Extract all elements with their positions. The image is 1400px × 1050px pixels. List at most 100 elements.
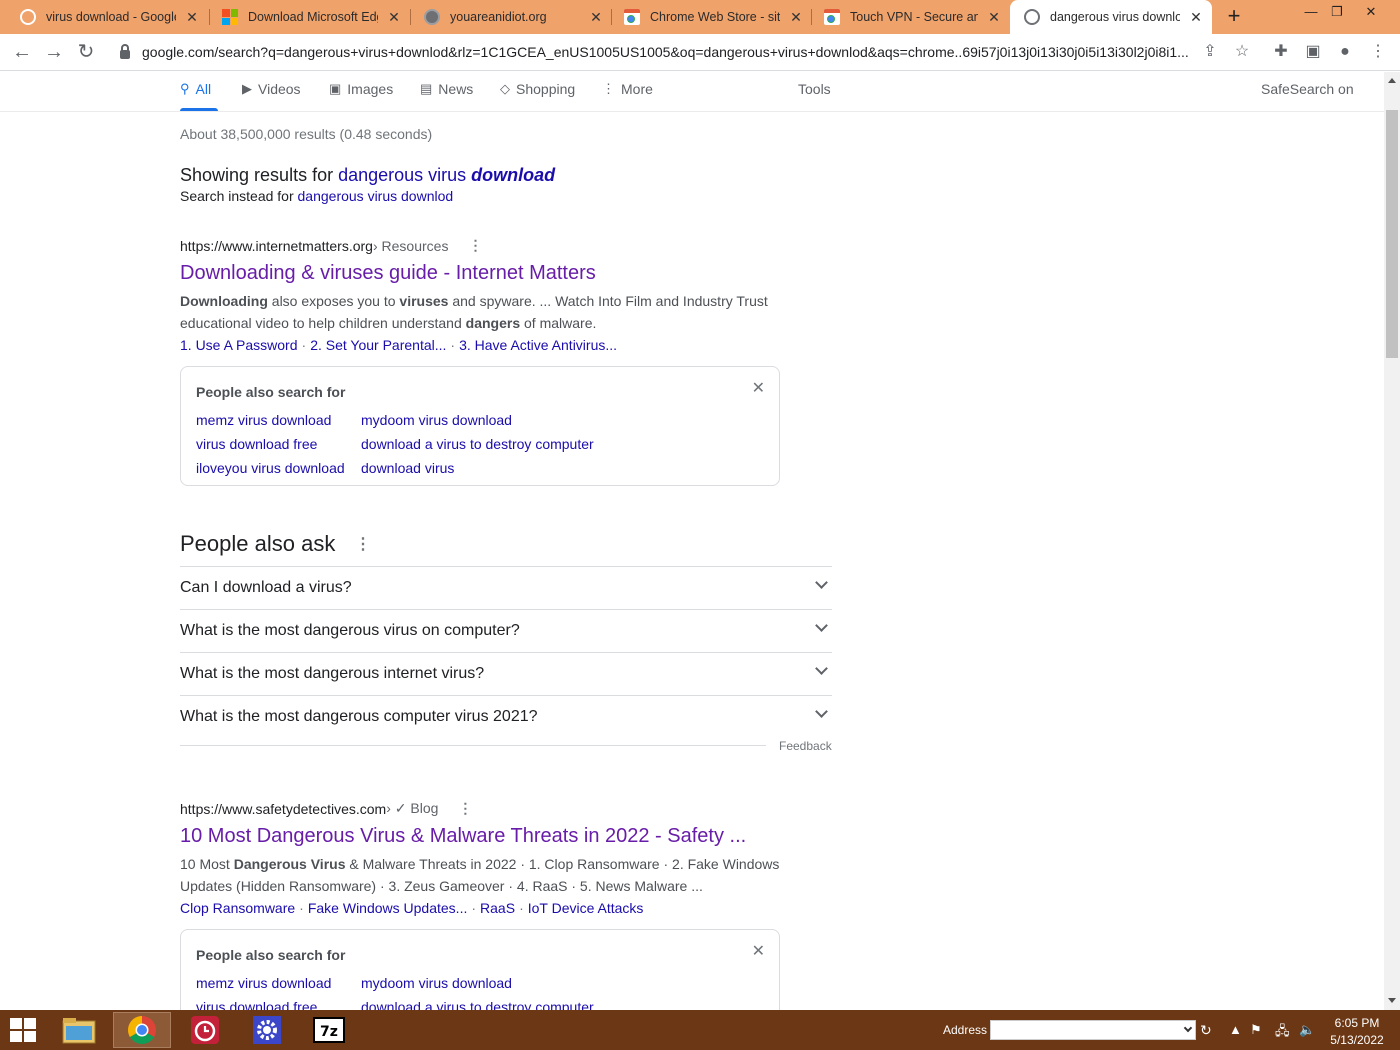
more-options-icon[interactable]: ⋮ xyxy=(458,800,472,817)
back-button[interactable]: ← xyxy=(10,40,34,64)
browser-toolbar: ← → ↻ google.com/search?q=dangerous+viru… xyxy=(0,34,1400,71)
webstore-icon xyxy=(824,9,840,25)
close-icon[interactable]: ✕ xyxy=(184,9,200,26)
tray-expand-icon[interactable]: ▲ xyxy=(1229,1022,1242,1037)
window-close-button[interactable]: ✕ xyxy=(1356,2,1386,26)
paa-question[interactable]: Can I download a virus? xyxy=(180,566,832,609)
tab-virus-download[interactable]: virus download - Google ✕ xyxy=(6,0,208,34)
sitelink[interactable]: IoT Device Attacks xyxy=(528,900,644,916)
paa-question[interactable]: What is the most dangerous virus on comp… xyxy=(180,609,832,652)
sitelink[interactable]: RaaS xyxy=(480,900,515,916)
close-icon[interactable]: ✕ xyxy=(1188,9,1204,26)
tab-more[interactable]: ⋮ More xyxy=(602,81,653,97)
file-explorer-icon[interactable] xyxy=(50,1012,108,1048)
tab-chrome-web-store[interactable]: Chrome Web Store - site ✕ xyxy=(610,0,812,34)
tab-videos[interactable]: ▶ Videos xyxy=(242,81,301,97)
url-text[interactable]: google.com/search?q=dangerous+virus+down… xyxy=(142,44,1192,60)
tab-youareanidiot[interactable]: youareanidiot.org ✕ xyxy=(410,0,612,34)
close-icon[interactable]: ✕ xyxy=(986,9,1002,26)
tab-shopping[interactable]: ◇ Shopping xyxy=(500,81,575,97)
paa-question[interactable]: What is the most dangerous internet viru… xyxy=(180,652,832,695)
extensions-icon[interactable]: ✚ xyxy=(1271,42,1291,62)
sitelink[interactable]: 1. Use A Password xyxy=(180,337,298,353)
result-breadcrumb: › Resources xyxy=(372,237,449,254)
tab-images[interactable]: ▣ Images xyxy=(329,81,393,97)
close-icon[interactable]: ✕ xyxy=(752,941,765,961)
result-title-link[interactable]: Downloading & viruses guide - Internet M… xyxy=(180,262,596,285)
chrome-icon[interactable] xyxy=(113,1012,171,1048)
people-also-search-box: People also search for ✕ memz virus down… xyxy=(180,929,780,1010)
chrome-menu-icon[interactable]: ⋮ xyxy=(1368,42,1388,62)
pas-link[interactable]: virus download free xyxy=(196,436,317,452)
sitelink[interactable]: Clop Ransomware xyxy=(180,900,295,916)
pas-link[interactable]: virus download free xyxy=(196,999,317,1010)
tab-strip: virus download - Google ✕ Download Micro… xyxy=(0,0,1400,34)
7zip-icon[interactable]: 7z xyxy=(300,1012,358,1048)
tab-dangerous-virus[interactable]: dangerous virus downlod ✕ xyxy=(1010,0,1212,34)
corrected-query-link[interactable]: dangerous virus download xyxy=(338,165,555,185)
share-icon[interactable]: ⇪ xyxy=(1200,42,1220,62)
clock-date[interactable]: 5/13/2022 xyxy=(1326,1033,1388,1047)
pas-link[interactable]: mydoom virus download xyxy=(361,975,512,991)
feedback-link[interactable]: Feedback xyxy=(779,739,832,753)
alarm-clock-icon[interactable] xyxy=(176,1012,234,1048)
close-icon[interactable]: ✕ xyxy=(386,9,402,26)
tools-button[interactable]: Tools xyxy=(798,81,831,97)
tab-touch-vpn[interactable]: Touch VPN - Secure and ✕ xyxy=(810,0,1010,34)
result-title-link[interactable]: 10 Most Dangerous Virus & Malware Threat… xyxy=(180,825,746,848)
settings-gear-icon[interactable] xyxy=(238,1012,296,1048)
result-url[interactable]: https://www.safetydetectives.com › ✓ Blo… xyxy=(180,800,472,817)
pas-link[interactable]: download a virus to destroy computer xyxy=(361,999,594,1010)
webstore-icon xyxy=(624,9,640,25)
forward-button[interactable]: → xyxy=(42,40,66,64)
pas-link[interactable]: mydoom virus download xyxy=(361,412,512,428)
search-nav: ⚲ All ▶ Videos ▣ Images ▤ News ◇ Shopping ⋮ Mo… xyxy=(0,72,1384,112)
more-options-icon[interactable]: ⋮ xyxy=(468,237,482,254)
tab-label: All xyxy=(195,81,212,97)
chevron-down-icon[interactable] xyxy=(1183,1023,1193,1033)
close-icon[interactable]: ✕ xyxy=(588,9,604,26)
clock-time[interactable]: 6:05 PM xyxy=(1330,1016,1384,1030)
windows-start-icon[interactable] xyxy=(10,1018,36,1042)
tag-icon: ◇ xyxy=(500,81,510,96)
scroll-up-icon[interactable] xyxy=(1388,78,1396,83)
refresh-icon[interactable]: ↻ xyxy=(1200,1022,1212,1039)
taskbar-address-input[interactable] xyxy=(990,1020,1196,1040)
sitelink[interactable]: 2. Set Your Parental... xyxy=(310,337,446,353)
pas-link[interactable]: download a virus to destroy computer xyxy=(361,436,594,452)
new-tab-button[interactable]: + xyxy=(1222,5,1246,29)
result-url[interactable]: https://www.internetmatters.org › Resour… xyxy=(180,237,482,254)
pas-link[interactable]: memz virus download xyxy=(196,412,331,428)
safesearch-button[interactable]: SafeSearch on xyxy=(1261,81,1354,97)
original-query-link[interactable]: dangerous virus downlod xyxy=(298,188,454,204)
reload-button[interactable]: ↻ xyxy=(74,40,98,64)
sitelink[interactable]: Fake Windows Updates... xyxy=(308,900,468,916)
pas-link[interactable]: memz virus download xyxy=(196,975,331,991)
tab-download-edge[interactable]: Download Microsoft Edge ✕ xyxy=(208,0,410,34)
showing-prefix: Showing results for xyxy=(180,165,339,185)
side-panel-icon[interactable]: ▣ xyxy=(1303,42,1323,62)
lock-icon[interactable] xyxy=(120,43,130,59)
flag-icon[interactable]: ⚑ xyxy=(1250,1022,1262,1038)
paa-question[interactable]: What is the most dangerous computer viru… xyxy=(180,695,832,738)
close-icon[interactable]: ✕ xyxy=(752,378,765,398)
sitelink[interactable]: 3. Have Active Antivirus... xyxy=(459,337,617,353)
speaker-muted-icon[interactable]: 🔈 xyxy=(1299,1022,1315,1038)
tab-news[interactable]: ▤ News xyxy=(420,81,473,97)
chevron-down-icon xyxy=(815,576,828,589)
tab-title: Download Microsoft Edge xyxy=(248,10,378,24)
scroll-down-icon[interactable] xyxy=(1388,998,1396,1003)
profile-avatar-icon[interactable]: ● xyxy=(1335,42,1355,62)
pas-title: People also search for xyxy=(196,384,346,400)
more-options-icon[interactable]: ⋮ xyxy=(355,534,371,554)
pas-link[interactable]: download virus xyxy=(361,460,454,476)
restore-button[interactable]: ❐ xyxy=(1322,2,1352,26)
close-icon[interactable]: ✕ xyxy=(788,9,804,26)
scroll-thumb[interactable] xyxy=(1386,110,1398,358)
pas-link[interactable]: iloveyou virus download xyxy=(196,460,345,476)
bookmark-star-icon[interactable]: ☆ xyxy=(1232,42,1252,62)
page-scrollbar[interactable] xyxy=(1384,72,1400,1010)
tab-all[interactable]: ⚲ All xyxy=(180,81,211,97)
address-bar[interactable]: google.com/search?q=dangerous+virus+down… xyxy=(108,37,1228,67)
network-icon[interactable]: 🖧 xyxy=(1275,1022,1290,1044)
